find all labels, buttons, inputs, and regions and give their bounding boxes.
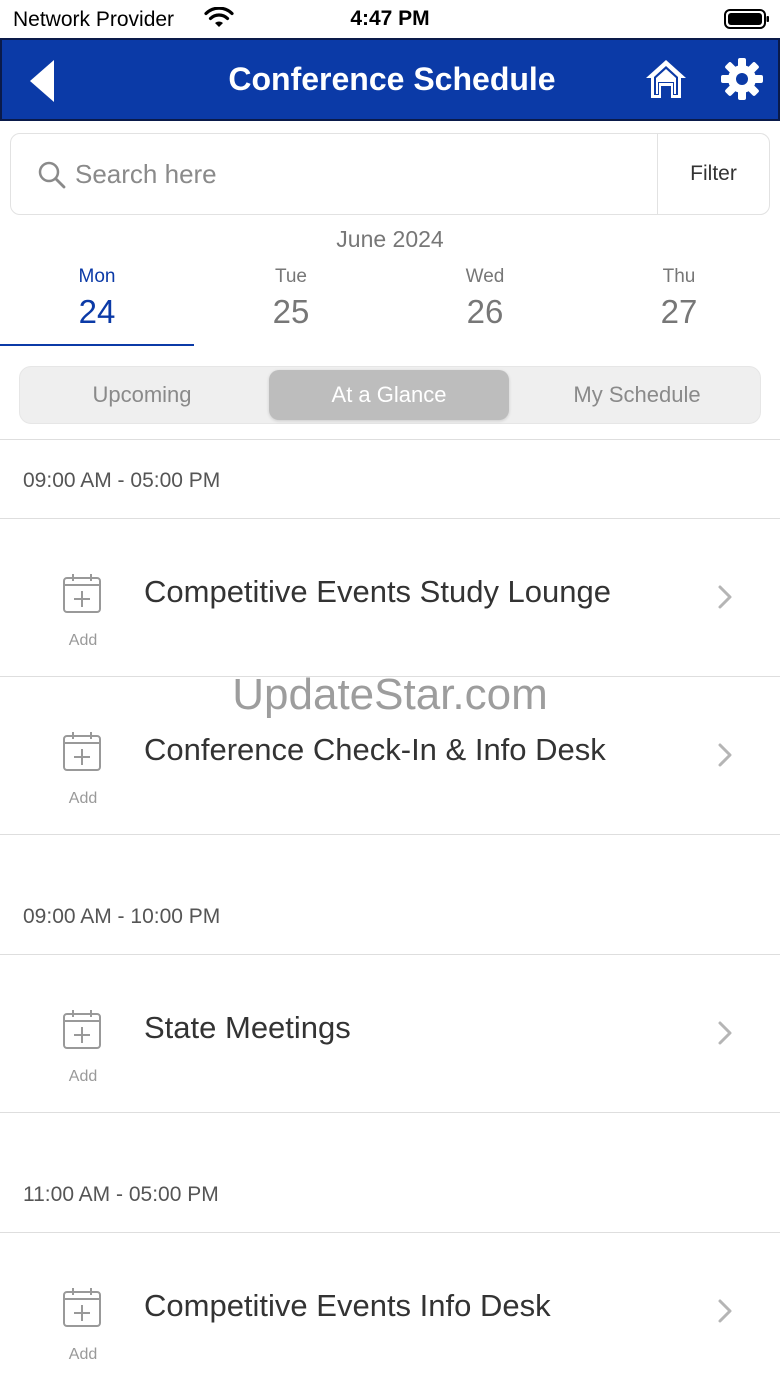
day-tab-mon[interactable]: Mon 24 xyxy=(0,262,194,346)
segment-at-a-glance[interactable]: At a Glance xyxy=(269,370,509,420)
divider xyxy=(0,954,780,955)
home-icon[interactable] xyxy=(644,58,688,100)
status-bar: Network Provider 4:47 PM xyxy=(0,0,780,38)
add-label: Add xyxy=(68,790,98,807)
time-range-header: 09:00 AM - 10:00 PM xyxy=(23,905,221,928)
filter-button[interactable]: Filter xyxy=(657,134,769,214)
divider xyxy=(0,518,780,519)
calendar-add-icon[interactable] xyxy=(62,572,102,614)
day-name: Thu xyxy=(662,266,696,287)
calendar-add-icon[interactable] xyxy=(62,1008,102,1050)
day-tab-wed[interactable]: Wed 26 xyxy=(388,262,582,346)
chevron-right-icon xyxy=(718,1299,732,1323)
battery-icon xyxy=(724,9,769,29)
day-tab-tue[interactable]: Tue 25 xyxy=(194,262,388,346)
search-input[interactable] xyxy=(75,152,635,196)
day-number: 25 xyxy=(272,293,310,330)
calendar-add-icon[interactable] xyxy=(62,730,102,772)
search-bar: Filter xyxy=(10,133,770,215)
event-row[interactable]: Add Conference Check-In & Info Desk xyxy=(0,678,780,834)
divider xyxy=(0,1112,780,1113)
schedule-view-segmented-control: Upcoming At a Glance My Schedule xyxy=(19,366,761,424)
chevron-right-icon xyxy=(718,1021,732,1045)
segment-my-schedule[interactable]: My Schedule xyxy=(517,370,757,420)
clock: 4:47 PM xyxy=(350,7,430,30)
event-title: Competitive Events Info Desk xyxy=(144,1288,551,1323)
segment-upcoming[interactable]: Upcoming xyxy=(22,370,262,420)
day-name: Tue xyxy=(274,266,308,287)
time-range-header: 11:00 AM - 05:00 PM xyxy=(23,1183,219,1206)
event-title: Competitive Events Study Lounge xyxy=(144,574,611,609)
time-range-header: 09:00 AM - 05:00 PM xyxy=(23,469,221,492)
add-label: Add xyxy=(68,632,98,649)
day-tab-thu[interactable]: Thu 27 xyxy=(582,262,776,346)
add-label: Add xyxy=(68,1068,98,1085)
day-number: 26 xyxy=(466,293,504,330)
nav-bar: Conference Schedule xyxy=(0,38,780,121)
chevron-right-icon xyxy=(718,585,732,609)
day-number: 24 xyxy=(78,293,116,330)
gear-icon[interactable] xyxy=(720,57,764,101)
calendar-add-icon[interactable] xyxy=(62,1286,102,1328)
divider xyxy=(0,676,780,677)
day-number: 27 xyxy=(660,293,698,330)
add-label: Add xyxy=(68,1346,98,1363)
day-name: Wed xyxy=(465,266,505,287)
event-row[interactable]: Add Competitive Events Info Desk xyxy=(0,1234,780,1387)
month-label: June 2024 xyxy=(336,226,444,252)
event-row[interactable]: Add State Meetings xyxy=(0,956,780,1112)
divider xyxy=(0,439,780,440)
event-title: Conference Check-In & Info Desk xyxy=(144,732,606,767)
day-name: Mon xyxy=(78,266,116,287)
search-icon xyxy=(38,161,66,189)
event-row[interactable]: Add Competitive Events Study Lounge xyxy=(0,520,780,676)
divider xyxy=(0,1232,780,1233)
divider xyxy=(0,834,780,835)
chevron-right-icon xyxy=(718,743,732,767)
event-title: State Meetings xyxy=(144,1010,351,1045)
